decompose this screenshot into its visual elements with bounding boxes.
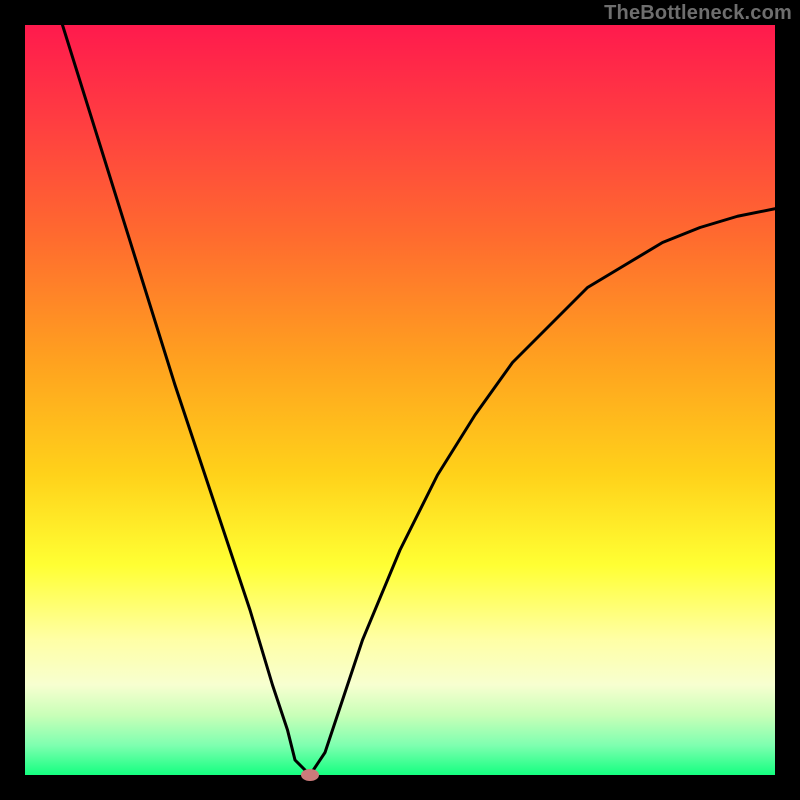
watermark-text: TheBottleneck.com [604, 2, 792, 25]
chart-frame: TheBottleneck.com [0, 0, 800, 800]
bottleneck-curve [25, 25, 775, 775]
plot-area [25, 25, 775, 775]
vertex-marker [301, 769, 319, 781]
